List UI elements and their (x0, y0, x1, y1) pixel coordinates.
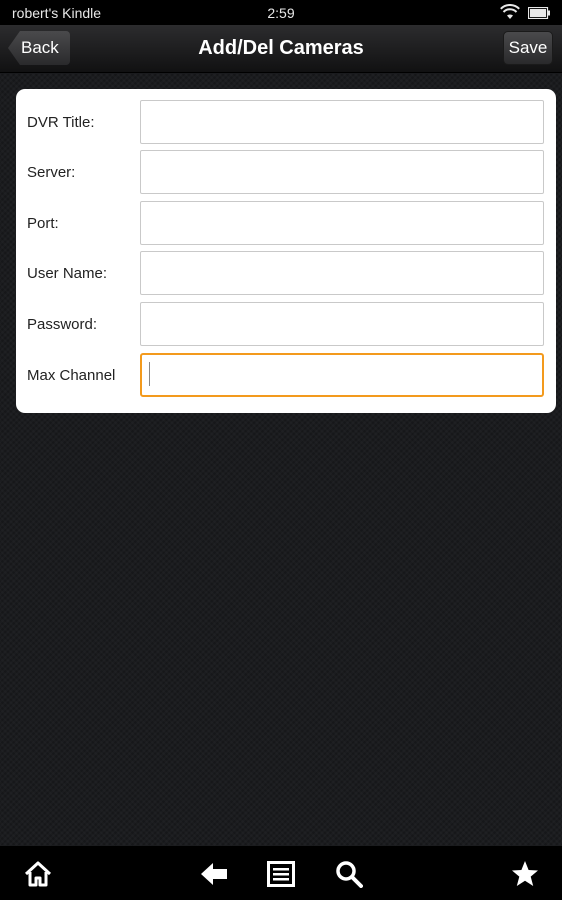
port-row: Port: (16, 201, 556, 247)
battery-icon (528, 7, 550, 19)
title-bar: Back Add/Del Cameras Save (0, 25, 562, 73)
max-channel-row: Max Channel (16, 353, 556, 399)
password-input[interactable] (140, 302, 544, 346)
favorites-star-icon[interactable] (511, 860, 539, 888)
max-channel-input[interactable] (140, 353, 544, 397)
user-name-row: User Name: (16, 251, 556, 297)
server-row: Server: (16, 150, 556, 196)
save-button[interactable]: Save (503, 31, 553, 65)
camera-form: DVR Title: Server: Port: User Name: Pass… (16, 89, 556, 413)
dvr-title-input[interactable] (140, 100, 544, 144)
wifi-icon (500, 4, 520, 19)
port-input[interactable] (140, 201, 544, 245)
user-name-input[interactable] (140, 251, 544, 295)
password-label: Password: (27, 316, 98, 333)
password-row: Password: (16, 302, 556, 348)
port-label: Port: (27, 215, 59, 232)
page-title: Add/Del Cameras (198, 37, 364, 59)
server-label: Server: (27, 164, 76, 181)
content-area: DVR Title: Server: Port: User Name: Pass… (0, 74, 562, 846)
status-clock: 2:59 (267, 5, 295, 21)
back-arrow-icon[interactable] (200, 860, 228, 888)
menu-icon[interactable] (267, 860, 295, 888)
dvr-title-row: DVR Title: (16, 100, 556, 146)
user-name-label: User Name: (27, 265, 108, 282)
server-input[interactable] (140, 150, 544, 194)
search-icon[interactable] (335, 860, 363, 888)
max-channel-label: Max Channel (27, 367, 116, 384)
text-cursor (149, 362, 150, 386)
status-bar: robert's Kindle 2:59 (0, 0, 562, 25)
home-icon[interactable] (24, 860, 52, 888)
system-nav-bar (0, 846, 562, 900)
dvr-title-label: DVR Title: (27, 114, 95, 131)
